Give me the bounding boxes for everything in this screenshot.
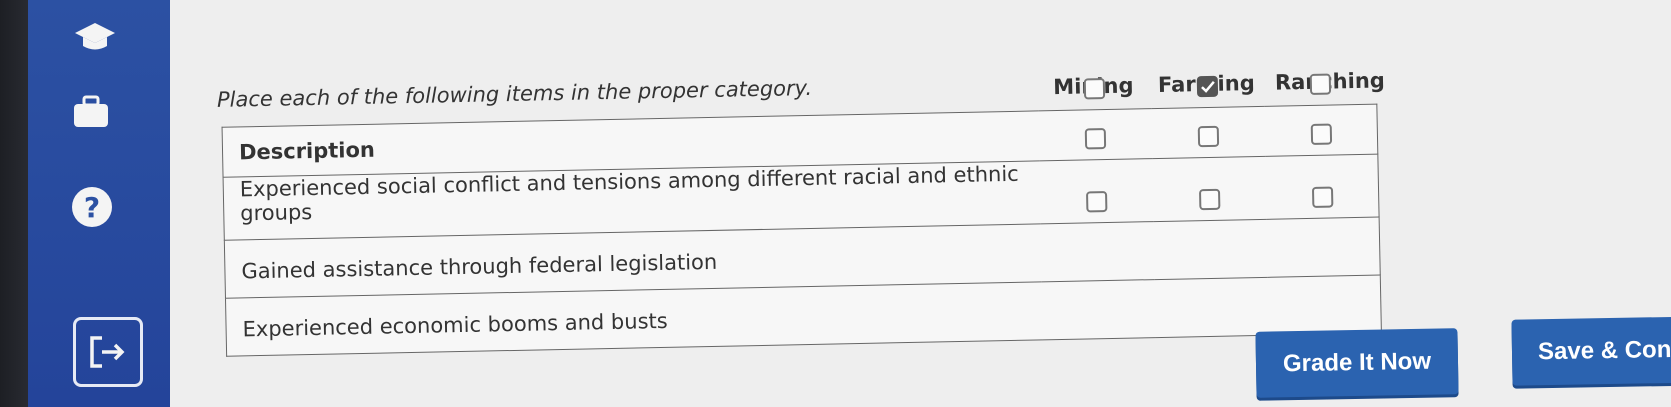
help-button[interactable]: ? xyxy=(71,186,113,228)
checkbox-row3-mining[interactable] xyxy=(1086,191,1108,213)
question-panel: Place each of the following items in the… xyxy=(210,25,1480,357)
checkbox-row2-farming[interactable] xyxy=(1197,125,1220,148)
save-and-continue-button[interactable]: Save & Con xyxy=(1511,316,1671,386)
question-prompt: Place each of the following items in the… xyxy=(216,75,813,112)
sidebar: ? xyxy=(28,0,170,407)
grade-it-now-button[interactable]: Grade It Now xyxy=(1255,328,1459,398)
exit-icon xyxy=(73,317,143,387)
category-table: Description Experienced social conflict … xyxy=(221,73,1382,357)
checkbox-row1-mining[interactable] xyxy=(1083,78,1106,100)
checkmark-icon xyxy=(1200,80,1215,93)
briefcase-icon[interactable] xyxy=(68,92,114,132)
checkbox-row1-farming[interactable] xyxy=(1196,75,1219,98)
help-icon: ? xyxy=(72,187,112,227)
checkbox-row1-ranching[interactable] xyxy=(1309,73,1331,95)
checkbox-row2-mining[interactable] xyxy=(1084,128,1107,150)
graduation-cap-icon[interactable] xyxy=(70,18,120,58)
checkbox-row2-ranching[interactable] xyxy=(1310,123,1332,145)
exit-button[interactable] xyxy=(70,314,146,390)
checkbox-row3-ranching[interactable] xyxy=(1311,186,1334,208)
checkbox-row3-farming[interactable] xyxy=(1198,188,1221,211)
